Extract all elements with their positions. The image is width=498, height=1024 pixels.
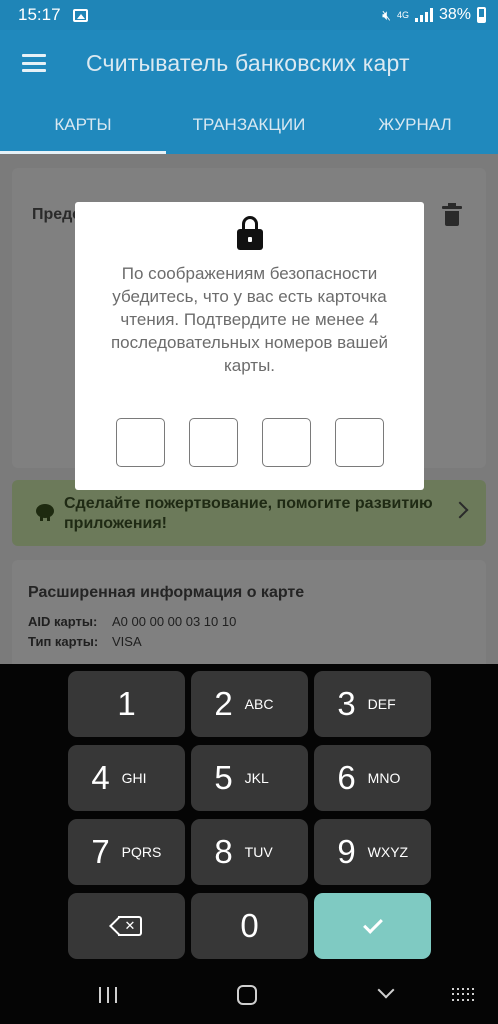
key-3[interactable]: 3 DEF (314, 671, 431, 737)
pin-digit-3[interactable] (262, 418, 311, 467)
aid-label: AID карты: (28, 614, 98, 629)
extended-info-panel: Расширенная информация о карте AID карты… (12, 560, 486, 664)
battery-icon (477, 7, 486, 23)
key-6[interactable]: 6 MNO (314, 745, 431, 811)
key-letters: MNO (367, 770, 401, 786)
extended-info-title: Расширенная информация о карте (28, 584, 305, 601)
key-letters: DEF (367, 696, 396, 712)
menu-icon[interactable] (22, 54, 46, 72)
backspace-key[interactable]: ✕ (68, 893, 185, 959)
key-letters: GHI (121, 770, 147, 786)
key-9[interactable]: 9 WXYZ (314, 819, 431, 885)
confirm-key[interactable] (314, 893, 431, 959)
network-type: 4G (396, 10, 409, 20)
key-letters: WXYZ (367, 844, 409, 860)
donate-text: Сделайте пожертвование, помогите развити… (64, 495, 433, 532)
key-digit: 3 (337, 685, 356, 722)
lock-icon (237, 216, 263, 250)
status-bar: 15:17 🔇︎ 4G 38% (0, 0, 498, 30)
key-digit: 4 (91, 759, 110, 796)
key-digit: 0 (240, 907, 259, 944)
recent-apps-icon[interactable] (99, 987, 117, 1003)
key-letters: PQRS (121, 844, 162, 860)
battery-percent: 38% (438, 6, 471, 23)
key-4[interactable]: 4 GHI (68, 745, 185, 811)
card-type-row: Тип карты: VISA (28, 634, 142, 649)
app-title: Считыватель банковских карт (86, 49, 410, 76)
aid-row: AID карты: A0 00 00 00 03 10 10 (28, 614, 236, 629)
app-bar: Считыватель банковских карт (0, 30, 498, 96)
aid-value: A0 00 00 00 03 10 10 (112, 614, 237, 629)
key-0[interactable]: 0 (191, 893, 308, 959)
pin-digit-1[interactable] (116, 418, 165, 467)
chevron-right-icon (451, 501, 469, 519)
trash-icon[interactable] (442, 203, 462, 226)
key-digit: 8 (214, 833, 233, 870)
keyboard-switch-icon[interactable] (452, 988, 474, 1002)
key-1[interactable]: 1 (68, 671, 185, 737)
check-icon (362, 914, 383, 934)
key-letters: ABC (244, 696, 274, 712)
tab-transactions[interactable]: ТРАНЗАКЦИИ (166, 96, 332, 154)
key-digit: 1 (117, 685, 136, 722)
tab-log[interactable]: ЖУРНАЛ (332, 96, 498, 154)
key-digit: 5 (214, 759, 233, 796)
pin-inputs (116, 418, 384, 467)
backspace-icon: ✕ (108, 916, 142, 936)
dialog-message: По соображениям безопасности убедитесь, … (110, 264, 389, 375)
pin-digit-4[interactable] (335, 418, 384, 467)
tab-bar: КАРТЫ ТРАНЗАКЦИИ ЖУРНАЛ (0, 96, 498, 154)
key-2[interactable]: 2 ABC (191, 671, 308, 737)
tab-cards[interactable]: КАРТЫ (0, 96, 166, 154)
home-icon[interactable] (237, 985, 257, 1005)
card-type-value: VISA (112, 634, 142, 649)
piggy-bank-icon (36, 504, 54, 521)
key-digit: 6 (337, 759, 356, 796)
key-digit: 2 (214, 685, 233, 722)
key-5[interactable]: 5 JKL (191, 745, 308, 811)
key-digit: 7 (91, 833, 110, 870)
system-nav-bar (0, 970, 498, 1024)
key-digit: 9 (337, 833, 356, 870)
image-notification-icon (72, 8, 88, 22)
key-8[interactable]: 8 TUV (191, 819, 308, 885)
key-7[interactable]: 7 PQRS (68, 819, 185, 885)
key-letters: TUV (244, 844, 273, 860)
status-icons: 🔇︎ 4G 38% (382, 6, 486, 24)
mute-icon: 🔇︎ (382, 6, 391, 23)
status-time: 15:17 (18, 5, 61, 24)
pin-digit-2[interactable] (189, 418, 238, 467)
numeric-keyboard: 1 2 ABC 3 DEF 4 GHI 5 JKL 6 MNO 7 PQRS 8 TUV 9W… (0, 664, 498, 970)
key-letters: JKL (244, 770, 269, 786)
card-type-label: Тип карты: (28, 634, 99, 649)
back-icon[interactable] (377, 981, 395, 999)
security-dialog: По соображениям безопасности убедитесь, … (75, 202, 424, 490)
signal-icon (414, 8, 433, 22)
